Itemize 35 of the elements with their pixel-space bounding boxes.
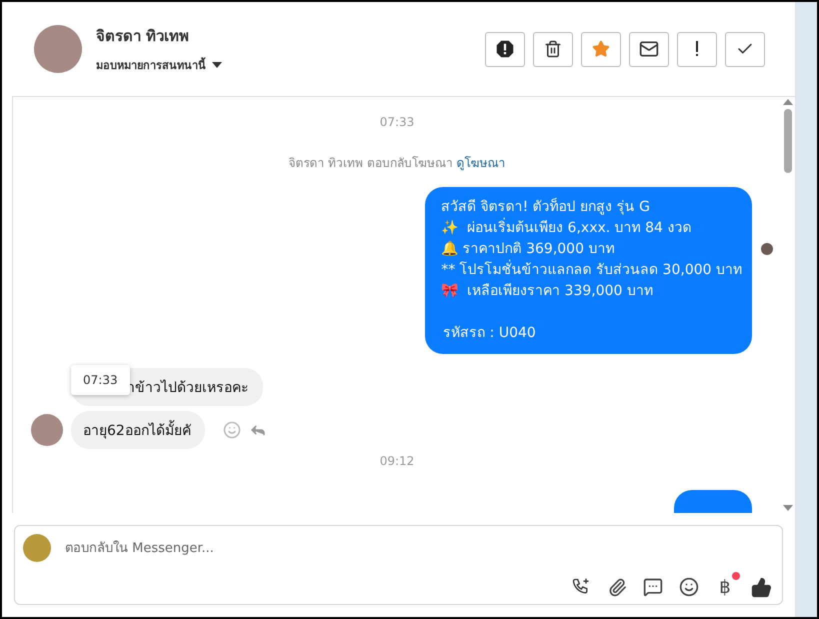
- assign-conversation-dropdown[interactable]: มอบหมายการสนทนานี้: [96, 56, 485, 74]
- page-logo: [23, 534, 51, 562]
- scroll-down-icon[interactable]: [783, 505, 793, 513]
- paperclip-icon: [608, 578, 626, 596]
- alert-button[interactable]: [485, 32, 525, 66]
- payment-button[interactable]: ฿: [714, 576, 736, 598]
- check-button[interactable]: [725, 32, 765, 66]
- envelope-icon: [639, 39, 659, 59]
- thumbs-up-icon: [750, 576, 772, 598]
- alert-icon: [496, 40, 514, 58]
- trash-button[interactable]: [533, 32, 573, 66]
- timestamp: 07:33: [378, 115, 416, 129]
- ad-reply-notice: จิตรดา ทิวเทพ ตอบกลับโฆษณา ดูโฆษณา: [287, 155, 507, 172]
- received-message: าข้าวไปด้วยเหรอคะ 07:33: [71, 368, 263, 406]
- scrollbar-thumb[interactable]: [784, 109, 792, 173]
- exclamation-icon: [695, 41, 699, 57]
- scroll-up-icon[interactable]: [783, 97, 793, 105]
- caret-icon: [212, 62, 222, 68]
- saved-reply-button[interactable]: [642, 576, 664, 598]
- star-button[interactable]: [581, 32, 621, 66]
- contact-avatar: [34, 25, 82, 73]
- contact-name: จิตรดา ทิวเทพ: [96, 26, 190, 47]
- timestamp: 09:12: [378, 454, 416, 468]
- notification-dot: [732, 572, 740, 580]
- sent-message: สวัสดี จิตรดา! ตัวท็อป ยกสูง รุ่น G ✨ ผ่อนเริ่มต้นเพียง 6,xxx. บาท 84 งวด 🔔 ราคาปกติ 369,000 บาท ** โปรโมชั่นข้าวแลกลด รับส่วนลด 30,000 บาท 🎀 เหลือเพียงราคา 339,000 บาท รหัสรถ : U040: [425, 187, 752, 354]
- star-icon: [592, 40, 610, 58]
- received-message: อายุ62ออกได้มั้ยคั: [71, 411, 205, 449]
- view-ad-link[interactable]: ดูโฆษณา: [456, 156, 506, 170]
- like-button[interactable]: [750, 576, 772, 598]
- smiley-icon: [679, 577, 699, 597]
- emoji-button[interactable]: [678, 576, 700, 598]
- trash-icon: [544, 40, 562, 58]
- chat-bubble-icon: [643, 577, 663, 597]
- time-tooltip: 07:33: [71, 365, 130, 395]
- mail-button[interactable]: [629, 32, 669, 66]
